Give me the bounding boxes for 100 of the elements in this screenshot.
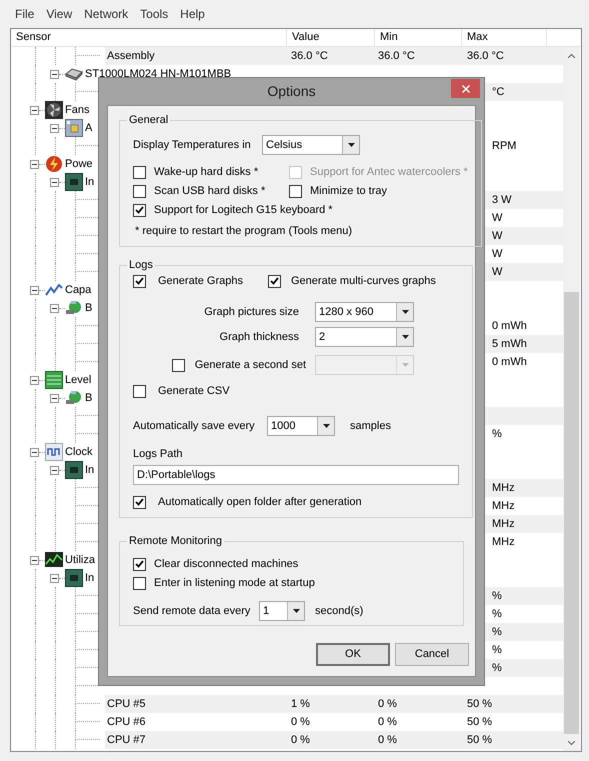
tree-item[interactable]: A [85,120,92,136]
tree-item[interactable]: Capa [65,282,92,298]
minus-icon [52,72,57,76]
checkbox-label: Support for Antec watercoolers * [310,164,468,180]
sensor-name[interactable]: CPU #5 [107,698,146,710]
checkbox[interactable] [133,184,146,198]
checkbox[interactable] [133,166,146,178]
table-cell: MHz [492,536,515,548]
checkbox-label: Generate CSV [158,384,230,399]
collapse-toggle[interactable] [50,70,59,78]
table-cell: 50 % [467,698,492,710]
table-cell: 36.0 °C [378,50,415,62]
menu-item[interactable]: Help [174,5,211,23]
checkbox[interactable] [289,184,302,198]
table-cell: 0 % [378,734,397,746]
checkbox[interactable] [133,274,146,288]
field-label: Graph thickness [218,330,299,345]
tree-item[interactable]: Utiliza [65,552,95,568]
collapse-toggle[interactable] [50,178,59,186]
collapse-toggle[interactable] [50,124,59,132]
checkbox-label: Automatically open folder after generation [158,494,362,510]
dialog-button[interactable]: Cancel [395,643,469,666]
tree-item[interactable]: Fans [65,102,90,118]
collapse-toggle[interactable] [50,574,59,582]
minus-icon [52,180,57,184]
checkbox[interactable] [172,358,185,372]
column-header[interactable]: Min [375,29,462,46]
checkbox[interactable] [133,558,146,570]
collapse-toggle[interactable] [30,376,39,384]
unit-label: samples [350,418,391,434]
motherboard-icon [65,119,83,137]
minus-icon [52,576,57,580]
dropdown[interactable]: Celsius [262,135,360,155]
dialog-button[interactable]: OK [316,643,390,666]
scrollbar-thumb[interactable] [564,292,579,734]
checkbox[interactable] [133,496,146,508]
menu-item[interactable]: View [40,5,78,23]
column-header[interactable]: Value [287,29,375,46]
sensor-name[interactable]: Assembly [107,50,155,62]
sensor-name[interactable]: CPU #6 [107,716,146,728]
table-cell: °C [492,86,504,98]
checkbox[interactable] [133,204,146,216]
table-cell: W [492,248,502,260]
collapse-toggle[interactable] [30,286,39,294]
dropdown[interactable]: 2 [315,327,414,347]
checkmark-icon [135,498,144,506]
collapse-toggle[interactable] [30,448,39,456]
chevron-down-icon [568,740,575,744]
menu-item[interactable]: Network [78,5,134,23]
table-cell: 0 mWh [492,320,527,332]
caret-icon [402,310,408,314]
checkmark-icon [270,277,279,285]
table-cell: 0 % [378,716,397,728]
field-label: Graph pictures size [203,304,299,320]
dropdown[interactable]: 1280 x 960 [315,302,414,322]
tree-item[interactable]: Clock [65,444,93,460]
minus-icon [52,126,57,130]
table-cell: MHz [492,482,515,494]
field-label: Logs Path [133,446,183,462]
tree-item[interactable]: Level [65,372,92,388]
checkbox[interactable] [133,576,146,590]
tree-item[interactable]: B [85,300,92,316]
checkbox[interactable] [268,274,281,288]
collapse-toggle[interactable] [30,160,39,168]
group-title: General [128,113,170,127]
table-cell: % [492,608,502,620]
minus-icon [32,378,37,382]
checkbox[interactable] [133,384,146,398]
close-button[interactable] [451,79,480,98]
tree-item[interactable]: In [85,174,94,190]
tree-item[interactable]: In [85,462,94,478]
fan-icon [45,101,63,119]
menu-item[interactable]: File [9,5,40,23]
checkbox-label: Generate a second set [194,358,306,373]
collapse-toggle[interactable] [30,106,39,114]
minus-icon [32,450,37,454]
menu-item[interactable]: Tools [134,5,174,23]
dialog-title: Options [266,82,317,101]
path-field[interactable]: D:\Portable\logs [133,465,459,485]
sensor-name[interactable]: CPU #7 [107,734,146,746]
column-header[interactable]: Sensor [11,29,287,46]
table-cell: 36.0 °C [291,50,328,62]
caret-icon [292,609,300,613]
table-cell: 1 % [291,698,310,710]
tree-item[interactable]: B [85,390,92,406]
table-cell: 50 % [467,734,492,746]
tree-item[interactable]: In [85,570,94,586]
collapse-toggle[interactable] [50,394,59,402]
table-cell: MHz [492,500,515,512]
caret-icon [402,335,408,339]
dropdown[interactable]: 1000 [267,416,335,436]
minus-icon [32,162,37,166]
collapse-toggle[interactable] [30,556,39,564]
table-cell: W [492,212,502,224]
collapse-toggle[interactable] [50,466,59,474]
column-header[interactable]: Max [462,29,547,46]
tree-item[interactable]: Powe [65,156,93,172]
dropdown[interactable]: 1 [259,601,305,621]
checkbox-label: Minimize to tray [310,184,388,199]
collapse-toggle[interactable] [50,304,59,312]
